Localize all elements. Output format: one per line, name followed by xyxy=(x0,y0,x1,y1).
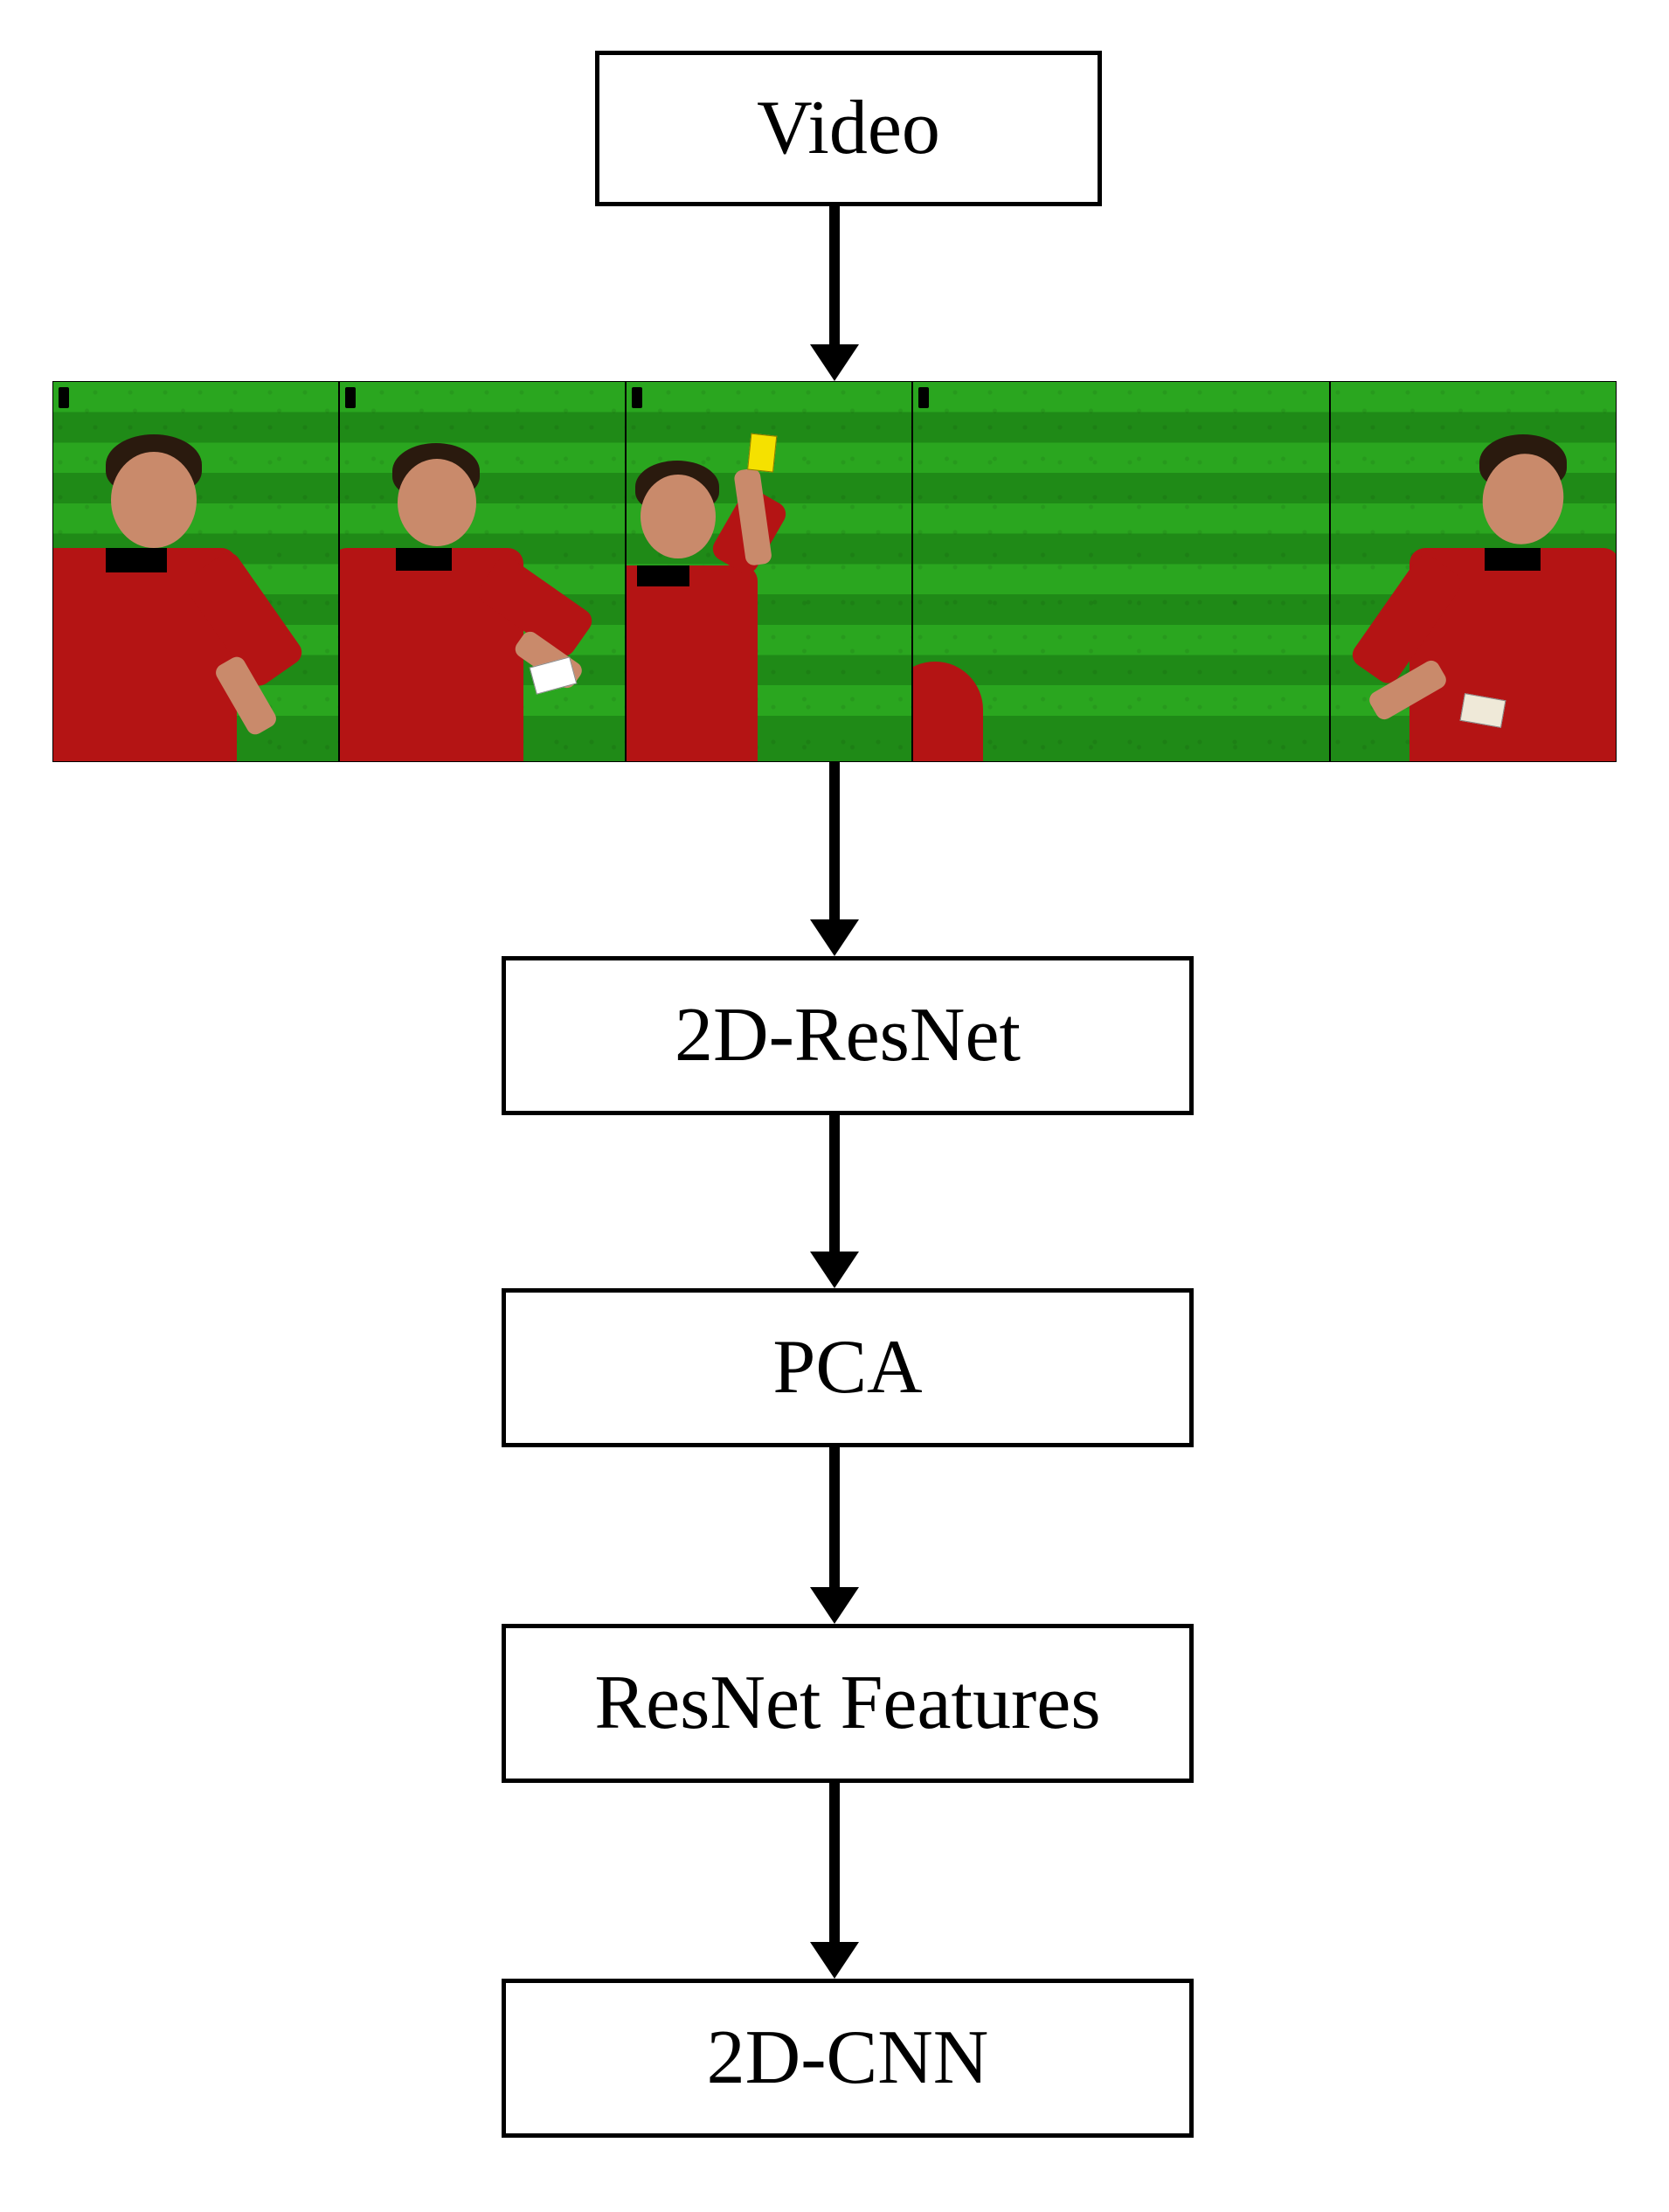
frame-overlay xyxy=(59,387,69,408)
video-frame-5 xyxy=(1330,381,1617,762)
video-frame-3 xyxy=(626,381,912,762)
box-resnet-features-label: ResNet Features xyxy=(594,1665,1100,1742)
box-2d-cnn-label: 2D-CNN xyxy=(707,2020,989,2097)
box-video: Video xyxy=(595,51,1102,206)
yellow-card-icon xyxy=(747,433,777,473)
box-2d-cnn: 2D-CNN xyxy=(502,1979,1194,2138)
referee-icon xyxy=(626,434,801,762)
video-frames-strip xyxy=(52,381,1617,762)
referee-icon xyxy=(912,662,992,762)
box-2d-resnet-label: 2D-ResNet xyxy=(675,997,1021,1074)
box-pca-label: PCA xyxy=(772,1329,922,1406)
frame-overlay xyxy=(345,387,356,408)
box-video-label: Video xyxy=(757,90,940,167)
video-frame-4 xyxy=(912,381,1330,762)
diagram-canvas: Video xyxy=(0,0,1669,2212)
frame-overlay xyxy=(632,387,642,408)
referee-icon xyxy=(339,443,558,762)
referee-icon xyxy=(1401,434,1617,762)
video-frame-2 xyxy=(339,381,626,762)
box-resnet-features: ResNet Features xyxy=(502,1624,1194,1783)
referee-icon xyxy=(52,434,254,762)
video-frame-1 xyxy=(52,381,339,762)
box-2d-resnet: 2D-ResNet xyxy=(502,956,1194,1115)
box-pca: PCA xyxy=(502,1288,1194,1447)
frame-overlay xyxy=(918,387,929,408)
